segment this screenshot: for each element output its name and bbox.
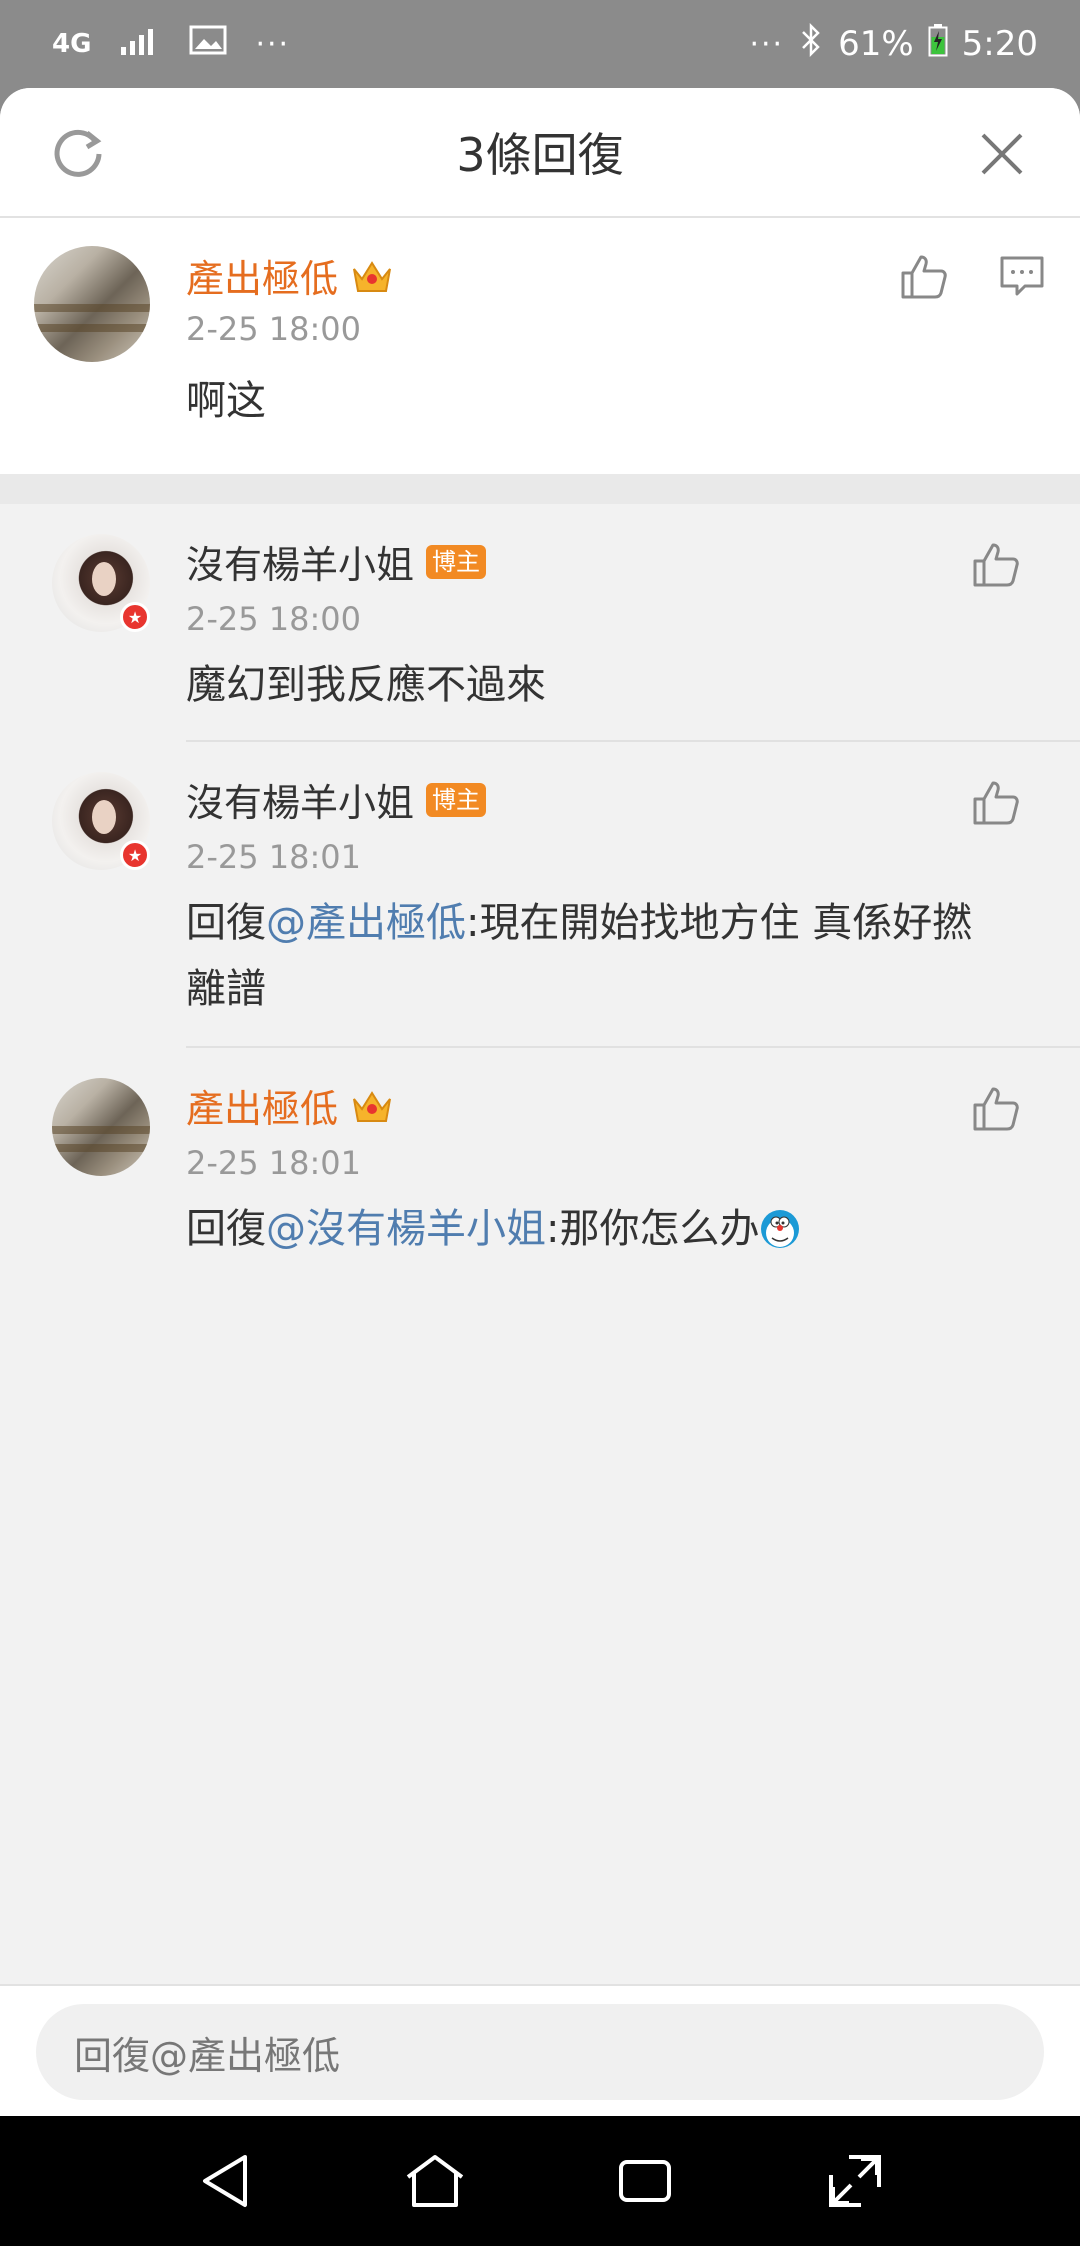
network-indicator: 4G (52, 29, 92, 59)
verified-badge-icon: ★ (120, 602, 150, 632)
verified-badge-icon: ★ (120, 840, 150, 870)
crown-icon (353, 1090, 391, 1122)
username-text: 沒有楊羊小姐 (186, 781, 415, 825)
reply-timestamp: 2-25 18:00 (186, 600, 362, 638)
gallery-icon (189, 24, 227, 64)
sheet-header: 3條回復 (0, 88, 1080, 218)
comment-username[interactable]: 產出極低 (186, 248, 394, 303)
reply-button[interactable] (992, 246, 1052, 306)
comment-icon (1000, 256, 1044, 296)
thumbs-up-icon (901, 255, 947, 299)
comment-timestamp: 2-25 18:00 (186, 310, 362, 348)
battery-percent: 61% (838, 24, 914, 64)
reply-text[interactable]: 回復 @沒有楊羊小姐:那你怎么办 (186, 1196, 1026, 1262)
close-button[interactable] (972, 124, 1032, 184)
reply-composer: 回復@產出極低 (0, 1984, 1080, 2116)
more-status-dots: ··· (749, 26, 785, 62)
close-icon (981, 133, 1023, 175)
clock: 5:20 (961, 24, 1038, 64)
thumbs-up-icon (973, 781, 1019, 825)
battery-charging-icon (928, 23, 948, 66)
reply-timestamp: 2-25 18:01 (186, 1144, 362, 1182)
author-badge: 博主 (426, 782, 487, 817)
like-button[interactable] (966, 534, 1026, 594)
refresh-icon (54, 129, 102, 177)
back-button[interactable] (189, 2145, 261, 2217)
avatar[interactable] (52, 1078, 150, 1176)
reply-username[interactable]: 沒有楊羊小姐 博主 (186, 772, 487, 827)
mention-link[interactable]: @產出極低 (266, 900, 466, 946)
username-text: 沒有楊羊小姐 (186, 543, 415, 587)
reply-text[interactable]: 魔幻到我反應不過來 (186, 652, 546, 718)
avatar[interactable] (34, 246, 150, 362)
home-button[interactable] (399, 2145, 471, 2217)
like-button[interactable] (966, 772, 1026, 832)
home-icon (406, 2155, 464, 2207)
status-bar: 4G ··· ··· 61% 5:20 (0, 0, 1080, 88)
main-comment: 產出極低 2-25 18:00 啊这 (0, 218, 1080, 474)
list-item: 產出極低 2-25 18:01 回復 @沒有楊羊小姐:那你怎么办 (0, 1048, 1080, 1288)
reply-prefix: 回復 (186, 1206, 266, 1252)
reply-message: :那你怎么办 (546, 1206, 760, 1252)
crown-icon (353, 260, 391, 292)
author-badge: 博主 (426, 544, 487, 579)
thumbs-up-icon (973, 1087, 1019, 1131)
system-nav-bar (0, 2116, 1080, 2246)
notification-dots: ··· (255, 26, 291, 62)
reply-prefix: 回復 (186, 900, 266, 946)
reply-text[interactable]: 回復@產出極低:現在開始找地方住 真係好撚 離譜 (186, 890, 1026, 1022)
reply-username[interactable]: 沒有楊羊小姐 博主 (186, 534, 487, 589)
doraemon-emoji-icon (761, 1210, 800, 1248)
signal-icon (119, 24, 161, 64)
comment-text[interactable]: 啊这 (186, 368, 266, 434)
username-text: 產出極低 (186, 1087, 339, 1131)
recents-button[interactable] (609, 2145, 681, 2217)
reply-timestamp: 2-25 18:01 (186, 838, 362, 876)
expand-button[interactable] (819, 2145, 891, 2217)
refresh-button[interactable] (48, 124, 108, 184)
recents-icon (619, 2160, 671, 2202)
bluetooth-icon (798, 22, 824, 66)
list-item: ★ 沒有楊羊小姐 博主 2-25 18:01 回復@產出極低:現在開始找地方住 … (0, 742, 1080, 1048)
expand-icon (829, 2155, 881, 2207)
reply-message-continued: 離譜 (186, 966, 266, 1012)
list-item: ★ 沒有楊羊小姐 博主 2-25 18:00 魔幻到我反應不過來 (0, 504, 1080, 742)
back-triangle-icon (203, 2155, 247, 2207)
replies-sheet: 3條回復 產出極低 2-25 18:00 啊这 ★ 沒有楊羊小姐 博主 2-25… (0, 88, 1080, 2116)
reply-message: :現在開始找地方住 真係好撚 (466, 900, 973, 946)
reply-username[interactable]: 產出極低 (186, 1078, 394, 1133)
username-text: 產出極低 (186, 257, 339, 301)
mention-link[interactable]: @沒有楊羊小姐 (266, 1196, 546, 1262)
like-button[interactable] (966, 1078, 1026, 1138)
thumbs-up-icon (973, 543, 1019, 587)
section-separator (0, 474, 1080, 504)
reply-input[interactable]: 回復@產出極低 (36, 2004, 1044, 2100)
like-button[interactable] (894, 246, 954, 306)
sheet-title: 3條回復 (456, 128, 624, 182)
